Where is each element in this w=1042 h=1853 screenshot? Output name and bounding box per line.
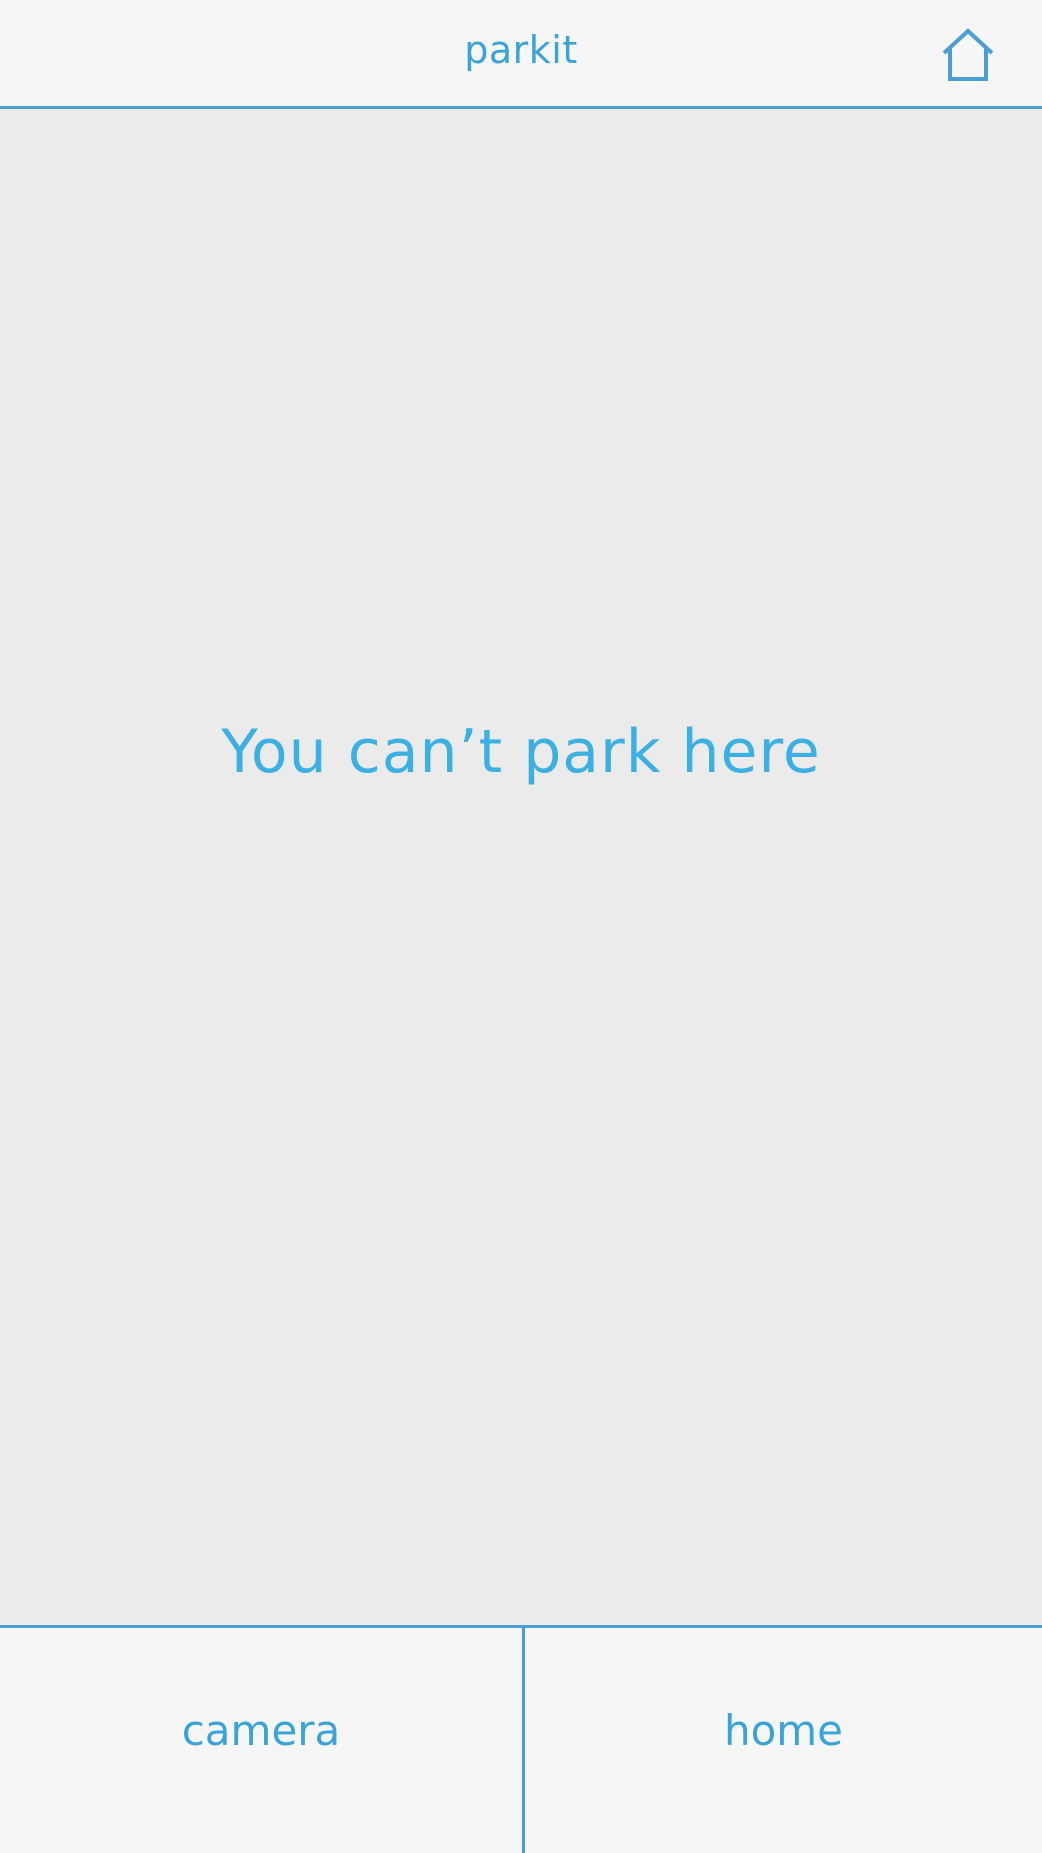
bottom-tab-bar: camera home	[0, 1625, 1042, 1853]
app-title: parkit	[464, 28, 578, 72]
top-bar: parkit	[0, 0, 1042, 109]
status-message: You can’t park here	[221, 717, 821, 787]
content-area: You can’t park here	[0, 109, 1042, 1625]
camera-button[interactable]: camera	[0, 1628, 525, 1853]
home-button[interactable]: home	[525, 1628, 1042, 1853]
home-icon[interactable]	[941, 28, 995, 82]
app-screen: parkit You can’t park here camera home	[0, 0, 1042, 1853]
